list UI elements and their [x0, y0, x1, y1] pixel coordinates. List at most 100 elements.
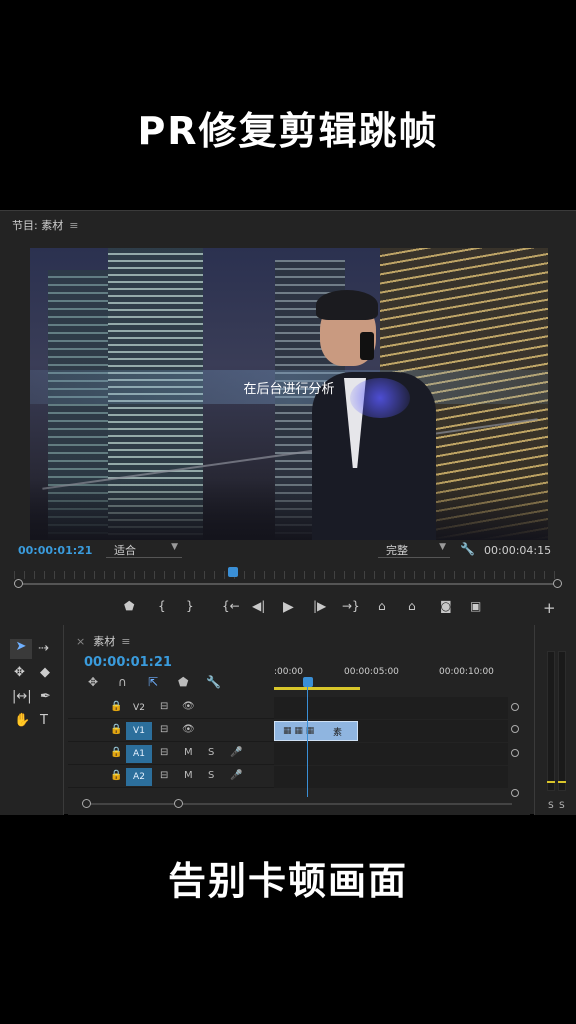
go-to-out-icon[interactable]: →}	[342, 599, 360, 613]
analysis-status-text: 在后台进行分析	[243, 382, 335, 397]
playhead-timecode[interactable]: 00:00:01:21	[18, 544, 92, 557]
track-a1: 🔒 A1 ⊟ M S 🎤	[68, 743, 508, 765]
scroll-handle-right[interactable]	[174, 799, 183, 808]
audio-meter-panel: S S	[534, 625, 576, 815]
zoom-scrollbar[interactable]	[14, 579, 562, 588]
playback-resolution-select[interactable]: 完整 ▼	[378, 542, 450, 558]
video-clip[interactable]: ▦ ▦ ▦ 素	[274, 721, 358, 741]
track-label[interactable]: A1	[126, 745, 152, 763]
pen-tool-icon[interactable]: ✒	[40, 689, 51, 704]
linked-selection-icon[interactable]: ⇱	[148, 675, 158, 689]
timeline-timecode[interactable]: 00:00:01:21	[84, 655, 172, 670]
add-marker-icon[interactable]: ⬟	[178, 675, 188, 689]
premiere-pro-window: 节目: 素材 ≡ 在后台进行分析 00:00:01:21 适合 ▼ 完整 ▼ 🔧…	[0, 210, 576, 815]
chevron-down-icon: ▼	[171, 542, 178, 552]
peak-indicator	[558, 781, 566, 783]
track-header: 🔒 A1 ⊟ M S 🎤	[68, 743, 274, 765]
track-header: 🔒 V1 ⊟ 👁	[68, 720, 274, 742]
time-label: 00:00:05:00	[344, 667, 399, 677]
timeline-settings-wrench-icon[interactable]: 🔧	[206, 675, 221, 689]
vertical-scroll-handle[interactable]	[511, 789, 519, 797]
export-frame-icon[interactable]: ◙	[440, 599, 452, 613]
snap-icon[interactable]: ∩	[118, 675, 127, 689]
track-label[interactable]: V1	[126, 722, 152, 740]
solo-right-button[interactable]: S	[559, 801, 565, 811]
sync-lock-icon[interactable]: ⊟	[160, 747, 168, 758]
hand-tool-icon[interactable]: ✋	[14, 713, 30, 728]
solo-button[interactable]: S	[208, 770, 214, 781]
add-button-icon[interactable]: +	[543, 599, 556, 617]
scroll-handle-left[interactable]	[82, 799, 91, 808]
play-icon[interactable]: ▶	[283, 599, 294, 615]
sync-lock-icon[interactable]: ⊟	[160, 724, 168, 735]
lift-icon[interactable]: ⌂	[378, 599, 386, 613]
program-monitor-tab[interactable]: 节目: 素材 ≡	[12, 217, 78, 233]
timeline-horizontal-scrollbar[interactable]	[82, 799, 512, 808]
track-lane[interactable]	[274, 697, 508, 719]
sync-lock-icon[interactable]: ⊟	[160, 701, 168, 712]
playhead-handle[interactable]	[228, 567, 238, 577]
microphone-icon[interactable]: 🎤	[230, 770, 242, 781]
scroll-handle-right[interactable]	[553, 579, 562, 588]
eye-icon[interactable]: 👁	[182, 724, 195, 735]
program-monitor-tab-label: 节目: 素材	[12, 219, 64, 232]
solo-left-button[interactable]: S	[548, 801, 554, 811]
ruler-ticks	[14, 571, 562, 579]
ripple-edit-tool-icon[interactable]: ✥	[14, 665, 25, 680]
time-label: 00:00:10:00	[439, 667, 494, 677]
mark-in-icon[interactable]: {	[158, 599, 166, 613]
sync-lock-icon[interactable]: ⊟	[160, 770, 168, 781]
marker-icon[interactable]: ⬟	[124, 599, 134, 613]
vertical-scroll-handle[interactable]	[511, 703, 519, 711]
settings-wrench-icon[interactable]: 🔧	[460, 542, 475, 556]
mark-out-icon[interactable]: }	[186, 599, 194, 613]
selection-tool-icon[interactable]: ➤	[10, 639, 32, 659]
panel-menu-icon[interactable]: ≡	[121, 635, 130, 648]
work-area-bar[interactable]	[274, 687, 360, 690]
track-label[interactable]: V2	[126, 699, 152, 717]
slip-tool-icon[interactable]: |↔|	[12, 689, 32, 704]
track-select-tool-icon[interactable]: ⇢	[38, 641, 49, 656]
video-title-overlay: PR修复剪辑跳帧	[137, 109, 439, 153]
track-label[interactable]: A2	[126, 768, 152, 786]
hair	[316, 290, 378, 320]
mute-button[interactable]: M	[184, 770, 193, 781]
panel-menu-icon[interactable]: ≡	[69, 219, 78, 232]
timeline-playhead-line[interactable]	[307, 685, 308, 797]
mute-button[interactable]: M	[184, 747, 193, 758]
sequence-tab[interactable]: × 素材 ≡	[76, 633, 130, 649]
lock-icon[interactable]: 🔒	[110, 770, 122, 781]
duration-timecode: 00:00:04:15	[484, 544, 552, 557]
program-monitor-panel: 节目: 素材 ≡ 在后台进行分析 00:00:01:21 适合 ▼ 完整 ▼ 🔧…	[0, 211, 576, 623]
time-label: :00:00	[274, 667, 303, 677]
step-back-icon[interactable]: ◀|	[252, 599, 265, 613]
vertical-scroll-handle[interactable]	[511, 749, 519, 757]
track-lane[interactable]	[274, 766, 508, 788]
compare-icon[interactable]: ▣	[470, 599, 481, 613]
monitor-time-ruler[interactable]	[14, 567, 562, 581]
eye-icon[interactable]: 👁	[182, 701, 195, 712]
step-forward-icon[interactable]: |▶	[313, 599, 326, 613]
type-tool-icon[interactable]: T	[40, 713, 48, 728]
zoom-fit-select[interactable]: 适合 ▼	[106, 542, 182, 558]
lock-icon[interactable]: 🔒	[110, 724, 122, 735]
tools-panel: ➤ ⇢ ✥ ◆ |↔| ✒ ✋ T	[0, 625, 64, 815]
close-icon[interactable]: ×	[76, 635, 85, 648]
lock-icon[interactable]: 🔒	[110, 701, 122, 712]
scroll-handle-left[interactable]	[14, 579, 23, 588]
go-to-in-icon[interactable]: {←	[222, 599, 240, 613]
zoom-fit-value: 适合	[114, 544, 136, 557]
nest-icon[interactable]: ✥	[88, 675, 98, 689]
razor-tool-icon[interactable]: ◆	[40, 665, 50, 680]
timeline-playhead-handle[interactable]	[303, 677, 313, 687]
ground-shadow	[30, 480, 548, 540]
video-preview: 在后台进行分析	[30, 248, 548, 540]
track-lane[interactable]	[274, 743, 508, 765]
lock-icon[interactable]: 🔒	[110, 747, 122, 758]
extract-icon[interactable]: ⌂	[408, 599, 416, 613]
microphone-icon[interactable]: 🎤	[230, 747, 242, 758]
solo-button[interactable]: S	[208, 747, 214, 758]
peak-indicator	[547, 781, 555, 783]
meter-channel-left	[547, 651, 555, 791]
vertical-scroll-handle[interactable]	[511, 725, 519, 733]
